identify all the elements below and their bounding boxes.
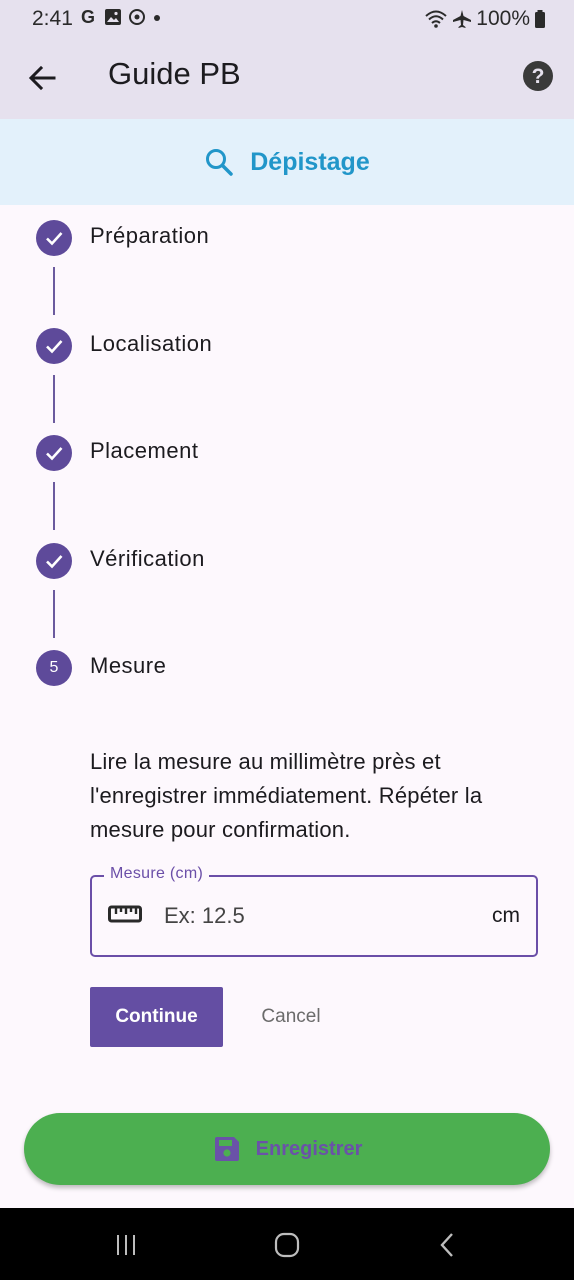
step-localisation[interactable]: Localisation — [0, 328, 574, 368]
gallery-icon — [105, 9, 121, 25]
arrow-back-icon — [28, 65, 56, 91]
step-connector — [53, 375, 55, 423]
step-label: Mesure — [90, 653, 167, 678]
check-icon — [46, 555, 63, 569]
app-screen: 2:41 G 100% Guide PB ? Dépistage Prépara… — [0, 0, 574, 1280]
check-icon — [46, 340, 63, 354]
save-button-label: Enregistrer — [255, 1137, 363, 1160]
sync-icon — [129, 9, 145, 25]
page-title: Guide PB — [108, 56, 241, 91]
nav-back-icon — [440, 1233, 453, 1257]
check-icon — [46, 232, 63, 246]
recent-apps-button[interactable] — [106, 1230, 146, 1260]
airplane-icon — [453, 10, 472, 28]
home-icon — [274, 1232, 300, 1258]
status-bar: 2:41 G 100% — [0, 0, 574, 40]
system-back-button[interactable] — [428, 1230, 468, 1260]
cancel-button[interactable]: Cancel — [240, 987, 342, 1047]
step-preparation[interactable]: Préparation — [0, 220, 574, 260]
step-label: Préparation — [90, 223, 210, 248]
ruler-icon — [108, 905, 142, 923]
search-icon — [206, 149, 233, 176]
help-button[interactable]: ? — [522, 60, 554, 92]
back-button[interactable] — [24, 60, 60, 96]
svg-text:G: G — [81, 8, 95, 26]
save-icon — [214, 1137, 239, 1161]
section-banner: Dépistage — [0, 119, 574, 205]
step-connector — [53, 482, 55, 530]
step-done-indicator — [36, 220, 72, 256]
wifi-icon — [425, 10, 447, 28]
home-button[interactable] — [267, 1230, 307, 1260]
dot-icon — [154, 15, 160, 21]
status-notification-icons: G — [80, 8, 162, 26]
battery-percent: 100% — [476, 7, 530, 30]
step-verification[interactable]: Vérification — [0, 543, 574, 583]
step-done-indicator — [36, 435, 72, 471]
step-number-indicator: 5 — [36, 650, 72, 686]
measure-field[interactable]: Mesure (cm) cm — [90, 865, 538, 957]
step-done-indicator — [36, 328, 72, 364]
svg-text:?: ? — [532, 65, 545, 88]
measure-unit-suffix: cm — [492, 904, 520, 927]
measure-input[interactable] — [162, 897, 466, 935]
status-time: 2:41 — [32, 7, 73, 30]
step-done-indicator — [36, 543, 72, 579]
system-nav-bar — [0, 1208, 574, 1280]
step-connector — [53, 267, 55, 315]
continue-button[interactable]: Continue — [90, 987, 223, 1047]
section-title: Dépistage — [250, 147, 370, 176]
check-icon — [46, 447, 63, 461]
stepper-content: Préparation Localisation Placement Vérif… — [0, 205, 574, 1208]
help-icon: ? — [523, 61, 553, 91]
step-label: Vérification — [90, 546, 205, 571]
app-bar: Guide PB ? — [0, 40, 574, 119]
google-icon: G — [81, 8, 95, 26]
measure-field-label: Mesure (cm) — [104, 865, 210, 883]
status-system-icons: 100% — [424, 7, 546, 31]
battery-icon — [535, 10, 545, 28]
step-label: Placement — [90, 438, 199, 463]
step-instructions: Lire la mesure au millimètre près et l'e… — [90, 749, 483, 842]
step-label: Localisation — [90, 331, 213, 356]
step-placement[interactable]: Placement — [0, 435, 574, 475]
recents-icon — [117, 1235, 135, 1255]
save-button[interactable]: Enregistrer — [24, 1113, 550, 1185]
step-mesure[interactable]: 5 Mesure — [0, 650, 574, 690]
step-connector — [53, 590, 55, 638]
